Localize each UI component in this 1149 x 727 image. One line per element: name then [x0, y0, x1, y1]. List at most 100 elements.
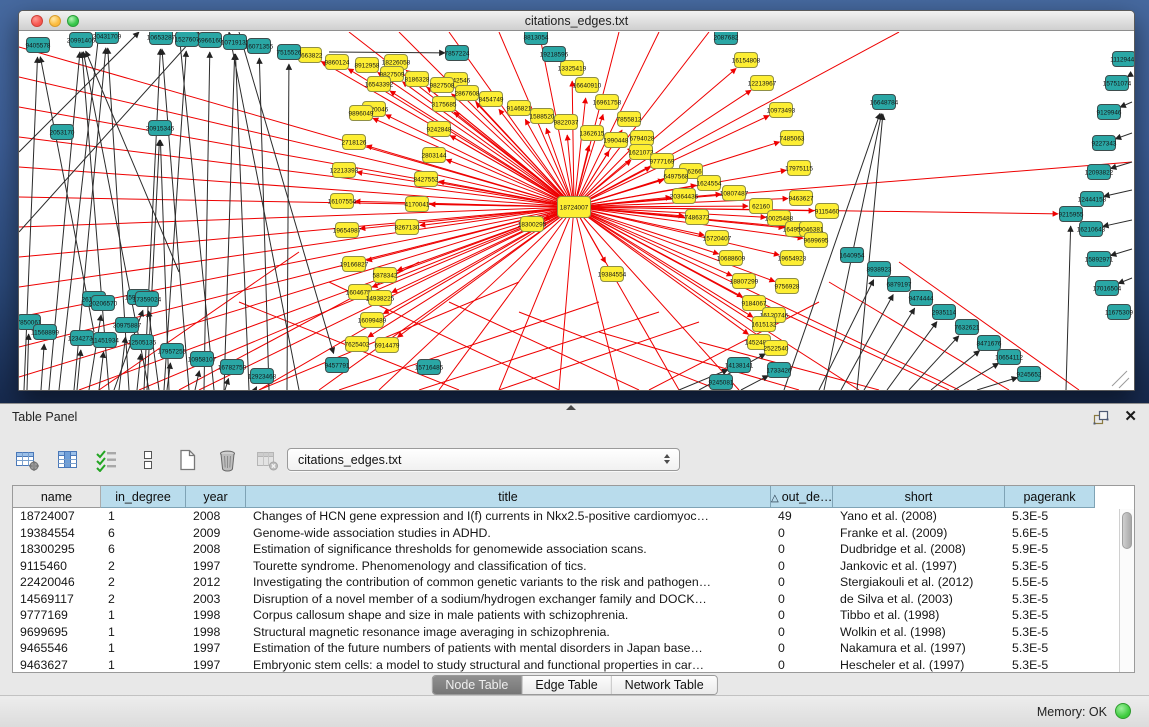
- table-cell[interactable]: 0: [771, 607, 833, 624]
- table-cell[interactable]: Tourette syndrome. Phenomenology and cla…: [246, 558, 771, 575]
- table-cell[interactable]: 18724007: [13, 508, 101, 525]
- table-cell[interactable]: 2009: [186, 525, 246, 542]
- table-cell[interactable]: 9699695: [13, 624, 101, 641]
- table-cell[interactable]: 0: [771, 525, 833, 542]
- table-cell[interactable]: 9115460: [13, 558, 101, 575]
- table-cell[interactable]: 9777169: [13, 607, 101, 624]
- table-row[interactable]: 1456911722003Disruption of a novel membe…: [13, 591, 1134, 608]
- trash-icon[interactable]: [214, 448, 241, 472]
- table-cell[interactable]: 9463627: [13, 657, 101, 674]
- table-cell[interactable]: 0: [771, 558, 833, 575]
- table-cell[interactable]: 5.6E-5: [1005, 525, 1095, 542]
- table-cell[interactable]: 2003: [186, 591, 246, 608]
- table-row[interactable]: 946362711997Embryonic stem cells: a mode…: [13, 657, 1134, 674]
- column-header-short[interactable]: short: [833, 486, 1005, 508]
- table-cell[interactable]: 5.3E-5: [1005, 508, 1095, 525]
- table-cell[interactable]: 5.3E-5: [1005, 657, 1095, 674]
- table-cell[interactable]: 5.3E-5: [1005, 591, 1095, 608]
- table-cell[interactable]: Embryonic stem cells: a model to study s…: [246, 657, 771, 674]
- table-cell[interactable]: 2012: [186, 574, 246, 591]
- table-cell[interactable]: 0: [771, 541, 833, 558]
- table-cell[interactable]: Changes of HCN gene expression and I(f) …: [246, 508, 771, 525]
- splitter-handle-icon[interactable]: [566, 405, 576, 410]
- table-cell[interactable]: Nakamura et al. (1997): [833, 640, 1005, 657]
- column-header-outde[interactable]: △out_de…: [771, 486, 833, 508]
- table-cell[interactable]: 0: [771, 657, 833, 674]
- show-columns-icon[interactable]: [54, 448, 81, 472]
- table-row[interactable]: 1872400712008Changes of HCN gene express…: [13, 508, 1134, 525]
- table-body[interactable]: 1872400712008Changes of HCN gene express…: [13, 508, 1134, 673]
- table-cell[interactable]: 9465546: [13, 640, 101, 657]
- table-row[interactable]: 2242004622012Investigating the contribut…: [13, 574, 1134, 591]
- new-document-icon[interactable]: [174, 448, 201, 472]
- table-cell[interactable]: de Silva et al. (2003): [833, 591, 1005, 608]
- citation-network-graph[interactable]: 1872400718300295193845547663822986012489…: [19, 32, 1134, 390]
- table-mode-icon[interactable]: [14, 448, 41, 472]
- table-cell[interactable]: 6: [101, 541, 186, 558]
- column-header-indegree[interactable]: in_degree: [101, 486, 186, 508]
- table-cell[interactable]: 5.3E-5: [1005, 558, 1095, 575]
- table-cell[interactable]: 6: [101, 525, 186, 542]
- table-cell[interactable]: 1998: [186, 607, 246, 624]
- table-cell[interactable]: 0: [771, 574, 833, 591]
- table-cell[interactable]: 1997: [186, 558, 246, 575]
- table-cell[interactable]: Investigating the contribution of common…: [246, 574, 771, 591]
- table-header-row[interactable]: namein_degreeyeartitle△out_de…shortpager…: [13, 486, 1134, 508]
- table-cell[interactable]: 5.3E-5: [1005, 640, 1095, 657]
- column-header-name[interactable]: name: [13, 486, 101, 508]
- table-cell[interactable]: 19384554: [13, 525, 101, 542]
- column-header-pagerank[interactable]: pagerank: [1005, 486, 1095, 508]
- graph-nodes[interactable]: 1872400718300295193845547663822986012489…: [19, 32, 1134, 390]
- window-resize-grip[interactable]: [1112, 371, 1129, 388]
- vertical-scrollbar[interactable]: [1119, 509, 1134, 672]
- table-cell[interactable]: Dudbridge et al. (2008): [833, 541, 1005, 558]
- table-cell[interactable]: Estimation of significance thresholds fo…: [246, 541, 771, 558]
- table-cell[interactable]: Yano et al. (2008): [833, 508, 1005, 525]
- table-cell[interactable]: 2008: [186, 541, 246, 558]
- table-cell[interactable]: Stergiakouli et al. (2012): [833, 574, 1005, 591]
- table-cell[interactable]: 1998: [186, 624, 246, 641]
- edit-checklist-icon[interactable]: [94, 448, 121, 472]
- table-cell[interactable]: 5.5E-5: [1005, 574, 1095, 591]
- table-cell[interactable]: 0: [771, 591, 833, 608]
- table-cell[interactable]: Hescheler et al. (1997): [833, 657, 1005, 674]
- row-height-icon[interactable]: [134, 448, 161, 472]
- table-cell[interactable]: Tibbo et al. (1998): [833, 607, 1005, 624]
- table-cell[interactable]: Corpus callosum shape and size in male p…: [246, 607, 771, 624]
- table-cell[interactable]: 2: [101, 591, 186, 608]
- table-cell[interactable]: 14569117: [13, 591, 101, 608]
- table-cell[interactable]: Genome-wide association studies in ADHD.: [246, 525, 771, 542]
- table-row[interactable]: 911546021997Tourette syndrome. Phenomeno…: [13, 558, 1134, 575]
- table-cell[interactable]: 2: [101, 558, 186, 575]
- table-cell[interactable]: 1: [101, 624, 186, 641]
- table-cell[interactable]: Franke et al. (2009): [833, 525, 1005, 542]
- table-cell[interactable]: 5.9E-5: [1005, 541, 1095, 558]
- table-cell[interactable]: Structural magnetic resonance image aver…: [246, 624, 771, 641]
- table-row[interactable]: 946554611997Estimation of the future num…: [13, 640, 1134, 657]
- table-cell[interactable]: 49: [771, 508, 833, 525]
- tab-node-table[interactable]: Node Table: [432, 676, 522, 694]
- network-view-canvas[interactable]: 1872400718300295193845547663822986012489…: [19, 32, 1134, 390]
- table-row[interactable]: 1830029562008Estimation of significance …: [13, 541, 1134, 558]
- table-cell[interactable]: 5.3E-5: [1005, 624, 1095, 641]
- column-header-year[interactable]: year: [186, 486, 246, 508]
- table-cell[interactable]: 1: [101, 657, 186, 674]
- tab-edge-table[interactable]: Edge Table: [522, 676, 611, 694]
- table-cell[interactable]: Estimation of the future numbers of pati…: [246, 640, 771, 657]
- memory-status-indicator[interactable]: [1115, 703, 1131, 719]
- table-cell[interactable]: 5.3E-5: [1005, 607, 1095, 624]
- table-cell[interactable]: 2: [101, 574, 186, 591]
- table-cell[interactable]: 1: [101, 607, 186, 624]
- table-row[interactable]: 1938455462009Genome-wide association stu…: [13, 525, 1134, 542]
- table-cell[interactable]: Disruption of a novel member of a sodium…: [246, 591, 771, 608]
- scrollbar-thumb[interactable]: [1122, 512, 1132, 549]
- tab-network-table[interactable]: Network Table: [612, 676, 717, 694]
- table-cell[interactable]: 2008: [186, 508, 246, 525]
- table-cell[interactable]: 0: [771, 640, 833, 657]
- table-row[interactable]: 969969511998Structural magnetic resonanc…: [13, 624, 1134, 641]
- table-cell[interactable]: 1997: [186, 657, 246, 674]
- table-cell[interactable]: 22420046: [13, 574, 101, 591]
- float-panel-icon[interactable]: [1093, 410, 1109, 426]
- table-cell[interactable]: 1: [101, 508, 186, 525]
- table-cell[interactable]: 0: [771, 624, 833, 641]
